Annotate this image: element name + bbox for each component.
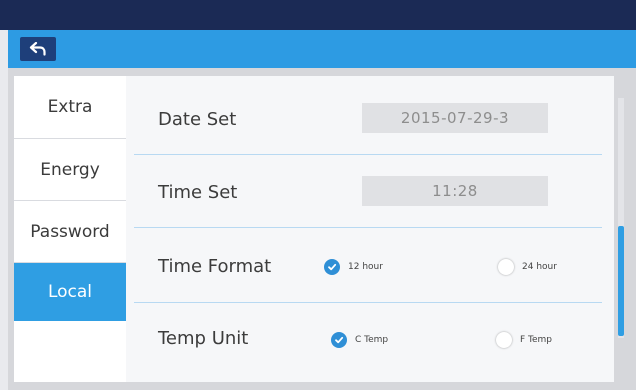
- sidebar-item-label: Password: [30, 221, 110, 242]
- radio-checked-icon: [324, 259, 340, 275]
- sidebar-item-label: Local: [47, 282, 93, 302]
- radio-unchecked-icon: [496, 332, 512, 348]
- back-button[interactable]: [20, 37, 56, 61]
- radio-label: F Temp: [520, 335, 553, 345]
- time-set-field[interactable]: 11:28: [362, 176, 548, 206]
- sidebar-item-extra[interactable]: Extra: [14, 76, 126, 139]
- top-status-strip: [0, 0, 636, 30]
- sidebar: Extra Energy Password Local: [14, 76, 126, 382]
- time-format-12-hour-radio[interactable]: 12 hour: [324, 259, 383, 275]
- header-bar: [8, 30, 636, 68]
- temp-unit-row: Temp Unit C Temp F Temp: [126, 303, 614, 377]
- time-set-value: 11:28: [432, 182, 478, 200]
- time-set-label: Time Set: [158, 182, 238, 203]
- temp-unit-f-radio[interactable]: F Temp: [496, 332, 552, 348]
- radio-label: C Temp: [355, 335, 389, 345]
- scrollbar-thumb[interactable]: [618, 226, 624, 336]
- time-set-row: Time Set 11:28: [126, 155, 614, 229]
- date-set-row: Date Set 2015-07-29-3: [126, 76, 614, 150]
- checkmark-icon: [335, 336, 344, 344]
- date-set-value: 2015-07-29-3: [400, 109, 510, 127]
- settings-screen: Extra Energy Password Local Date Set 201…: [0, 0, 636, 390]
- settings-content: Date Set 2015-07-29-3 Time Set 11:28 Tim…: [126, 76, 614, 382]
- radio-label: 24 hour: [522, 262, 557, 272]
- time-format-label: Time Format: [158, 256, 272, 277]
- radio-checked-icon: [331, 332, 347, 348]
- sidebar-item-local[interactable]: Local: [14, 263, 126, 321]
- sidebar-item-password[interactable]: Password: [14, 201, 126, 263]
- sidebar-item-label: Extra: [47, 97, 93, 117]
- back-arrow-icon: [29, 42, 46, 56]
- sidebar-item-energy[interactable]: Energy: [14, 139, 126, 201]
- time-format-row: Time Format 12 hour 24 hour: [126, 228, 614, 302]
- radio-label: 12 hour: [348, 262, 383, 272]
- date-set-field[interactable]: 2015-07-29-3: [362, 103, 548, 133]
- time-format-24-hour-radio[interactable]: 24 hour: [498, 259, 557, 275]
- temp-unit-label: Temp Unit: [158, 328, 249, 349]
- sidebar-empty-area: [14, 321, 126, 382]
- sidebar-item-label: Energy: [40, 159, 100, 180]
- date-set-label: Date Set: [158, 109, 237, 130]
- radio-unchecked-icon: [498, 259, 514, 275]
- temp-unit-c-radio[interactable]: C Temp: [331, 332, 388, 348]
- checkmark-icon: [328, 263, 337, 271]
